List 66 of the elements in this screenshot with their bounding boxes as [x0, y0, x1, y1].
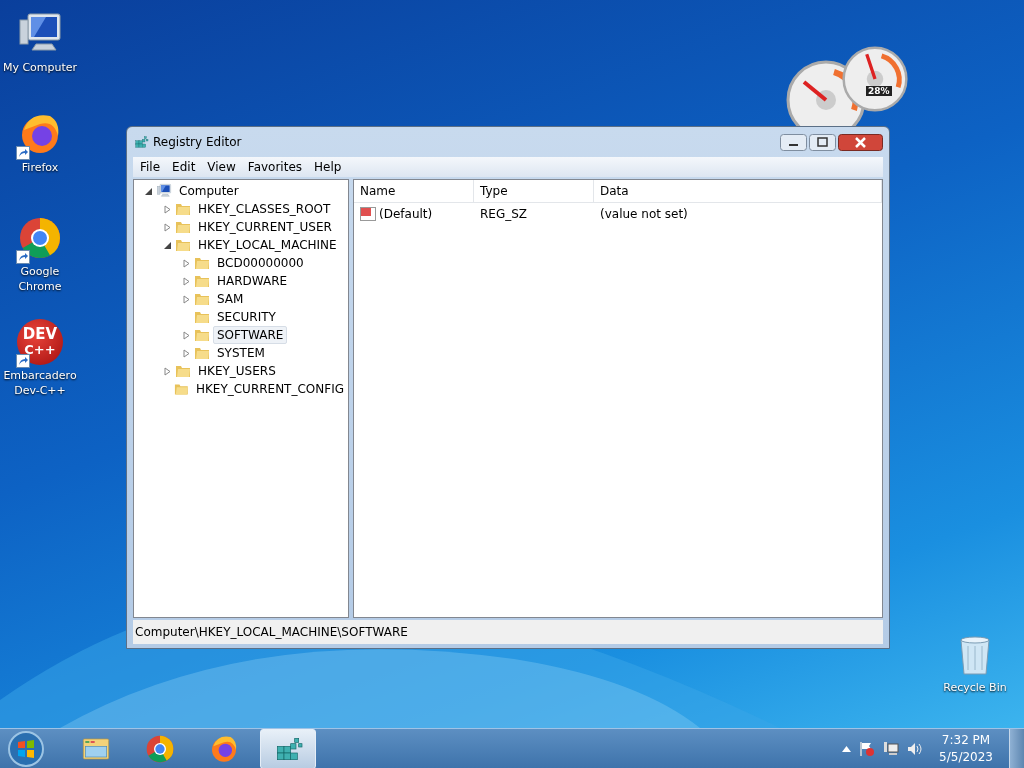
- window-title: Registry Editor: [153, 135, 243, 149]
- menu-item[interactable]: View: [202, 160, 241, 174]
- expand-arrow-icon[interactable]: [182, 330, 191, 340]
- dev-cpp-logo: DEV C++: [17, 319, 63, 365]
- clock[interactable]: 7:32 PM 5/5/2023: [931, 731, 1001, 766]
- tree-item[interactable]: SOFTWARE: [213, 326, 288, 344]
- expand-arrow-icon[interactable]: [182, 276, 191, 286]
- maximize-button[interactable]: [809, 134, 836, 151]
- expand-arrow-icon[interactable]: [163, 366, 172, 376]
- gauge-reading: 28%: [866, 86, 892, 96]
- expand-arrow-icon[interactable]: [163, 204, 172, 214]
- registry-cubes-icon: [133, 134, 149, 150]
- folder-icon: [194, 345, 210, 361]
- minimize-button[interactable]: [780, 134, 807, 151]
- folder-icon: [194, 309, 210, 325]
- tree-item[interactable]: Computer: [175, 182, 243, 200]
- tree-item[interactable]: HKEY_CURRENT_USER: [194, 218, 336, 236]
- memory-gauge-drawing: [842, 46, 908, 112]
- start-button[interactable]: [6, 728, 46, 768]
- close-button[interactable]: [838, 134, 883, 151]
- show-desktop-button[interactable]: [1009, 728, 1024, 768]
- column-header[interactable]: Data: [594, 180, 882, 202]
- collapse-arrow-icon[interactable]: [163, 240, 172, 250]
- tree-item[interactable]: SYSTEM: [213, 344, 269, 362]
- desktop-icon-label[interactable]: Embarcadero Dev-C++: [1, 368, 79, 398]
- expand-arrow-icon[interactable]: [182, 348, 191, 358]
- menu-item[interactable]: File: [135, 160, 166, 174]
- network-icon[interactable]: [883, 740, 900, 757]
- folder-icon: [175, 237, 191, 253]
- string-value-icon: [360, 206, 376, 222]
- tree-item[interactable]: HKEY_LOCAL_MACHINE: [194, 236, 341, 254]
- menu-item[interactable]: Edit: [167, 160, 201, 174]
- column-header[interactable]: Name: [354, 180, 474, 202]
- tree-item[interactable]: BCD00000000: [213, 254, 308, 272]
- desktop-icon-label[interactable]: Google Chrome: [1, 264, 79, 294]
- action-center-flag-icon[interactable]: [859, 740, 876, 757]
- expand-arrow-icon[interactable]: [182, 258, 191, 268]
- folder-icon: [194, 255, 210, 271]
- value-type: REG_SZ: [479, 207, 529, 221]
- computer-icon: [156, 183, 172, 199]
- collapse-arrow-icon[interactable]: [144, 186, 153, 196]
- status-path: Computer\HKEY_LOCAL_MACHINE\SOFTWARE: [134, 625, 408, 639]
- tree-item[interactable]: HKEY_USERS: [194, 362, 280, 380]
- tree-item[interactable]: HKEY_CLASSES_ROOT: [194, 200, 335, 218]
- tree-item[interactable]: SAM: [213, 290, 248, 308]
- taskbar-button[interactable]: [260, 728, 316, 768]
- folder-icon: [194, 291, 210, 307]
- expand-arrow-icon[interactable]: [182, 294, 191, 304]
- folder-icon: [194, 327, 210, 343]
- folder-icon: [194, 273, 210, 289]
- folder-icon: [175, 363, 191, 379]
- expand-arrow-icon[interactable]: [163, 222, 172, 232]
- desktop-icon-label[interactable]: Firefox: [1, 160, 79, 175]
- menu-item[interactable]: Favorites: [242, 160, 308, 174]
- value-name[interactable]: (Default): [379, 207, 433, 221]
- folder-icon: [174, 381, 189, 397]
- tree-item[interactable]: HARDWARE: [213, 272, 292, 290]
- tree-item[interactable]: HKEY_CURRENT_CONFIG: [191, 380, 348, 398]
- folder-icon: [175, 219, 191, 235]
- show-hidden-icons-arrow[interactable]: [842, 745, 852, 752]
- menu-item[interactable]: Help: [309, 160, 347, 174]
- folder-icon: [175, 201, 191, 217]
- desktop-icon-label[interactable]: My Computer: [1, 60, 79, 75]
- value-data: (value not set): [599, 207, 689, 221]
- column-header[interactable]: Type: [474, 180, 594, 202]
- tree-item[interactable]: SECURITY: [213, 308, 280, 326]
